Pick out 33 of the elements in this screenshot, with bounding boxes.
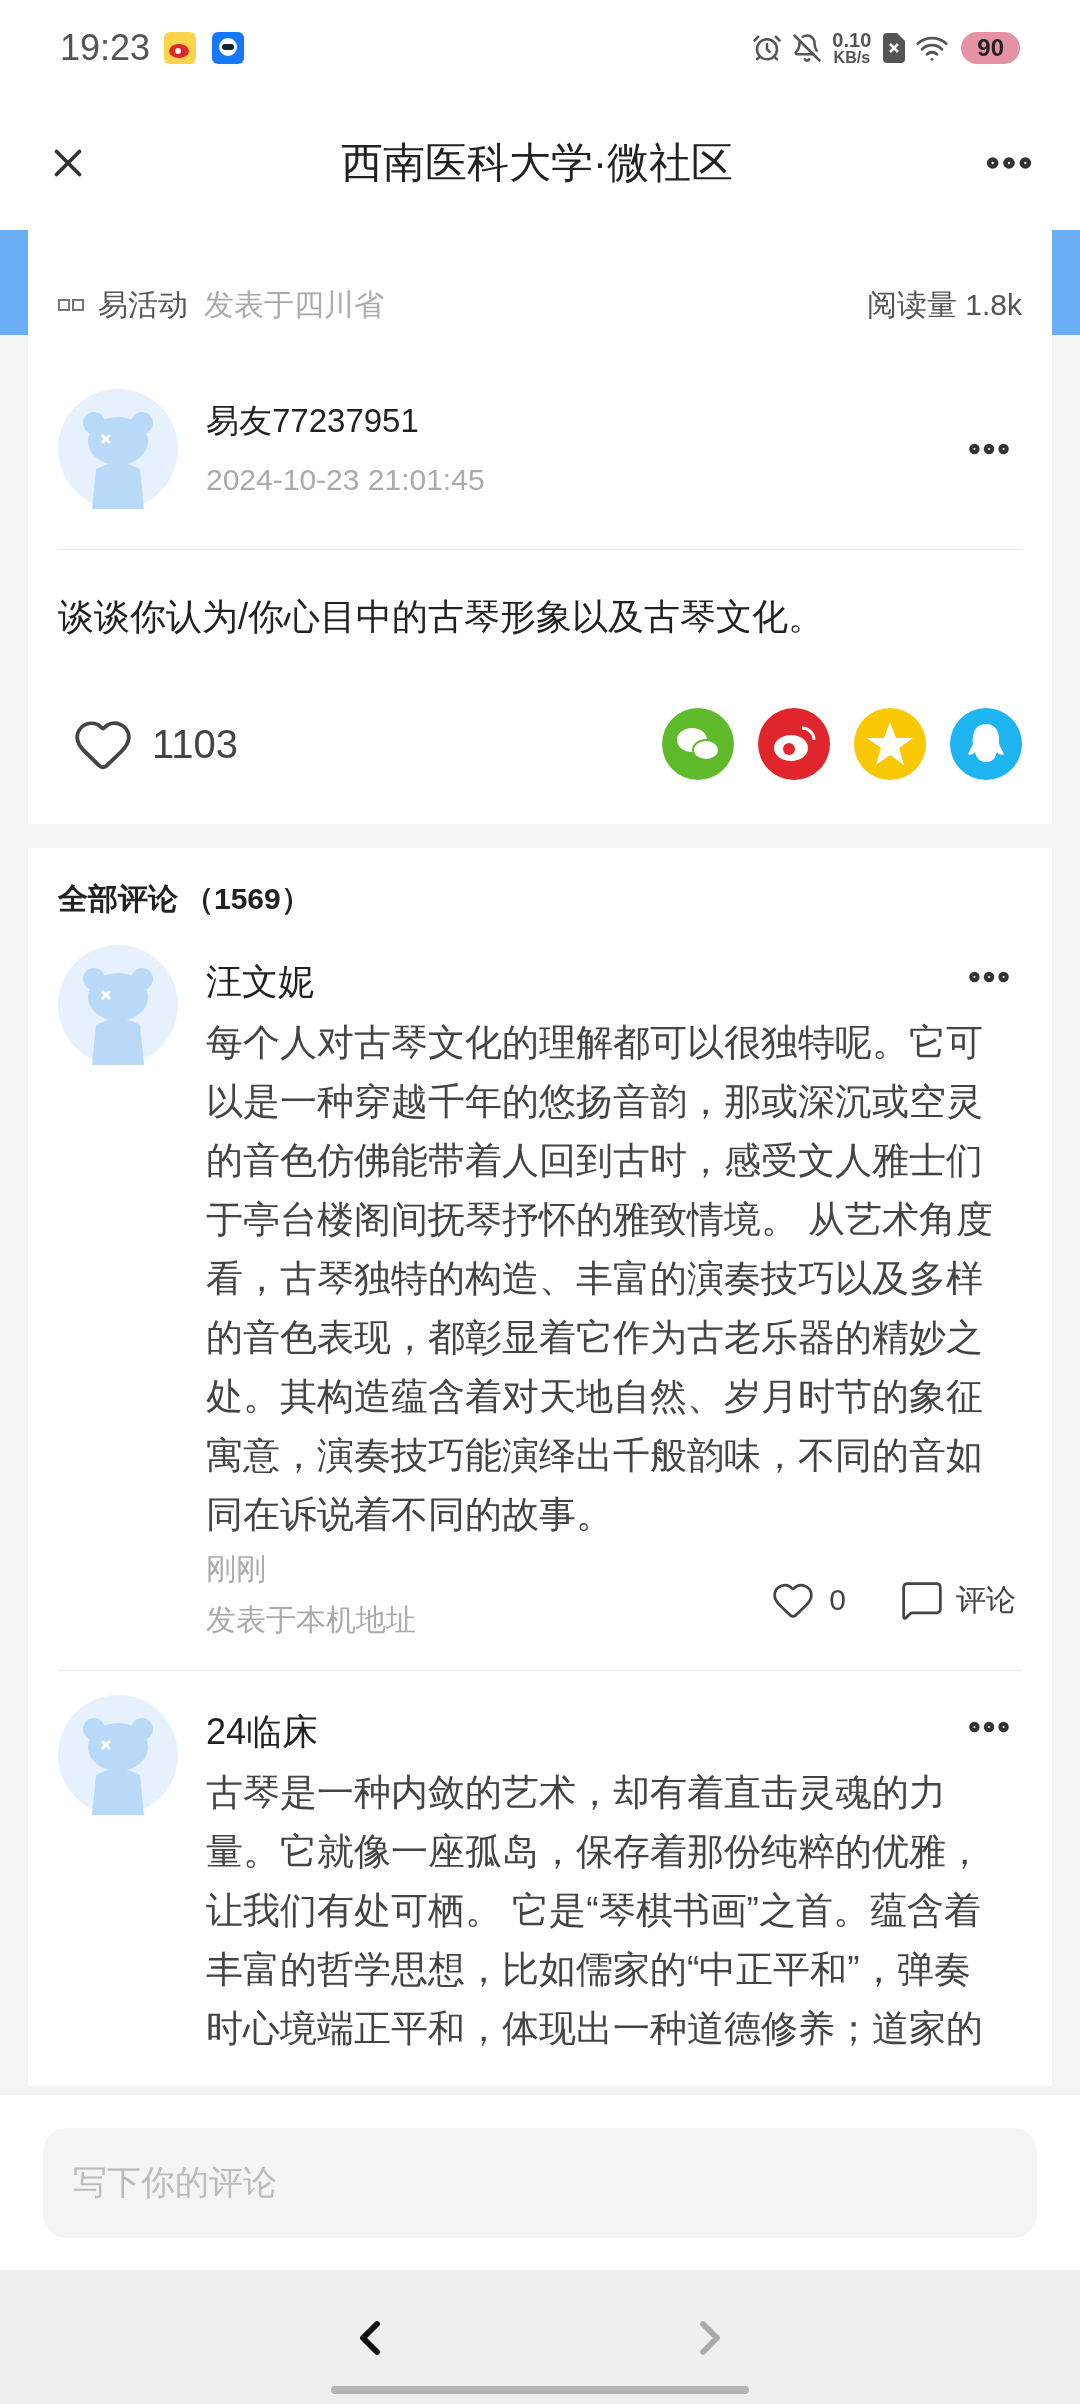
reply-button[interactable]: 评论 xyxy=(900,1577,1016,1622)
page-title: 西南医科大学·微社区 xyxy=(340,138,734,188)
sim-off-icon xyxy=(883,32,906,63)
network-unit: KB/s xyxy=(833,49,871,66)
tag-icon xyxy=(58,298,84,311)
alarm-icon xyxy=(752,32,783,63)
comments-title: 全部评论 xyxy=(58,881,178,917)
like-button[interactable]: 1103 xyxy=(72,713,238,775)
post-date: 2024-10-23 21:01:45 xyxy=(206,462,486,499)
post-location: 发表于四川省 xyxy=(204,287,384,323)
comment-time: 刚刚 xyxy=(206,1551,267,1587)
comment-input[interactable]: 写下你的评论 xyxy=(43,2127,1037,2238)
bell-off-icon xyxy=(792,32,823,63)
comment-location: 发表于本机地址 xyxy=(206,1602,417,1638)
post-body: 谈谈你认为/你心目中的古琴形象以及古琴文化。 xyxy=(58,595,825,639)
author-name[interactable]: 易友77237951 xyxy=(206,395,956,446)
commenter-name[interactable]: 汪文妮 xyxy=(206,955,956,1009)
eye-swirl-icon[interactable] xyxy=(758,708,830,780)
comment-text: 古琴是一种内敛的艺术，却有着直击灵魂的力量。它就像一座孤岛，保存着那份纯粹的优雅，让我们有处可栖。 它是“琴棋书画”之首。蕴含着丰富的哲学思想，比如儒家的“中正平和”，弹奏时心境端正平和，体现出一种道德修养；道家的 xyxy=(206,1771,984,2051)
like-button[interactable]: 0 xyxy=(771,1577,846,1622)
avatar-icon xyxy=(58,389,178,509)
network-speed: 0.10 xyxy=(832,29,872,50)
comments-count: （1569） xyxy=(184,881,311,917)
battery-indicator: 90 xyxy=(961,31,1020,64)
app-notification-icon xyxy=(164,31,197,64)
avatar-icon xyxy=(58,1695,178,1815)
post-source[interactable]: 易活动 xyxy=(98,282,188,327)
avatar-icon xyxy=(58,945,178,1065)
comment-text: 每个人对古琴文化的理解都可以很独特呢。它可以是一种穿越千年的悠扬音韵，那或深沉或空灵的音色仿佛能带着人回到古时，感受文人雅士们于亭台楼阁间抚琴抒怀的雅致情境。 从艺术角度看，古琴独特的构造、丰富的演奏技巧以及多样的音色表现，都彰显着它作为古老乐器的精妙之处。其构造蕴含着对天地自然、岁月时节的象征寓意，演奏技巧能演绎出千般韵味，不同的音如同在诉说着不同的故事。 xyxy=(206,1021,995,1537)
commenter-name[interactable]: 24临床 xyxy=(206,1705,956,1759)
app-notification-icon xyxy=(212,31,245,64)
status-time: 19:23 xyxy=(60,25,151,70)
read-count: 阅读量 1.8k xyxy=(866,287,1022,323)
